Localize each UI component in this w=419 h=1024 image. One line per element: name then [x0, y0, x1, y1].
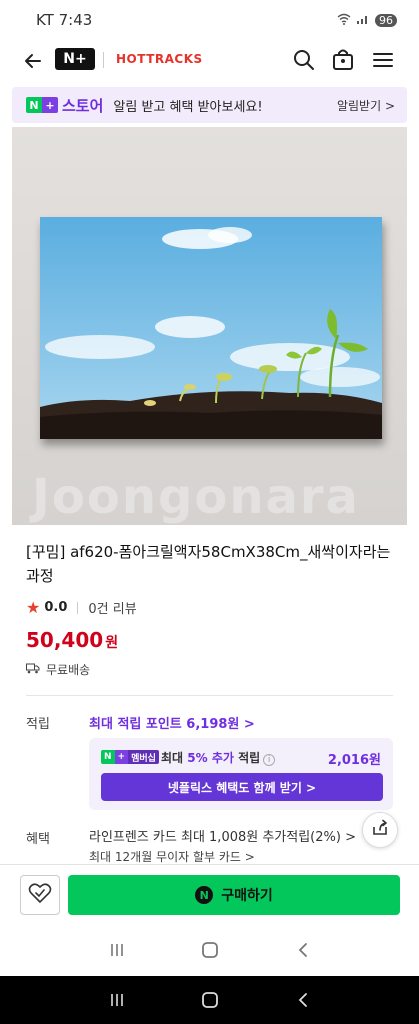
battery-indicator: 96: [375, 13, 397, 27]
info-icon[interactable]: i: [263, 754, 276, 766]
device-back-icon[interactable]: [289, 986, 317, 1014]
search-icon[interactable]: [291, 47, 317, 73]
shipping-text: 무료배송: [46, 663, 91, 677]
seedling-canvas-image: [40, 217, 382, 439]
heart-check-icon: [28, 882, 52, 908]
store-label: 스토어: [62, 96, 104, 115]
review-count[interactable]: 0건 리뷰: [88, 598, 136, 617]
rating-divider: [77, 601, 79, 614]
device-home-icon[interactable]: [196, 986, 224, 1014]
card-benefit-link[interactable]: 라인프렌즈 카드 최대 1,008원 추가적립(2%) >: [89, 826, 356, 845]
share-button[interactable]: [362, 812, 398, 848]
home-icon[interactable]: [196, 936, 224, 964]
product-title: [꾸밈] af620-폼아크릴액자58CmX38Cm_새싹이자라는과정: [26, 543, 391, 585]
app-screen: KT 7:43 96 N+ HOTTRACKS N + 스토어 알림 받고 혜택…: [0, 0, 419, 976]
membership-badge-text: 멤버십: [128, 750, 159, 764]
extra-points-text: 최대 5% 추가 적립 i: [161, 749, 276, 766]
banner-message: 알림 받고 혜택 받아보세요!: [113, 99, 263, 115]
buy-button-label: 구매하기: [221, 888, 273, 904]
naver-plus-badge-icon: N +: [26, 97, 58, 113]
extra-points-amount: 2,016원: [327, 753, 381, 768]
benefits-label: 혜택: [26, 832, 50, 847]
delivery-truck-icon: [26, 663, 40, 677]
naver-pay-icon: N: [195, 886, 214, 904]
watermark-text: Joongonara: [32, 469, 360, 525]
signal-icon: [356, 13, 370, 28]
shopping-bag-icon[interactable]: [330, 47, 356, 73]
naver-plus-logo-text: N+: [63, 51, 87, 67]
clock: 7:43: [58, 11, 93, 29]
naver-plus-membership-badge-icon: N + 멤버십: [101, 750, 159, 764]
rating-row[interactable]: ★ 0.0 0건 리뷰: [26, 598, 137, 617]
naver-plus-logo[interactable]: N+: [55, 48, 95, 70]
installment-card-link[interactable]: 최대 12개월 무이자 할부 카드 >: [89, 848, 255, 865]
device-recent-apps-icon[interactable]: [103, 986, 131, 1014]
extra-points-accent: 5% 추가: [187, 751, 234, 765]
device-system-navigation: [0, 976, 419, 1024]
netflix-benefit-button[interactable]: 넷플릭스 혜택도 함께 받기 >: [101, 773, 383, 801]
app-system-navigation: [0, 924, 419, 976]
recent-apps-icon[interactable]: [103, 936, 131, 964]
status-bar: KT 7:43 96: [0, 0, 419, 40]
purchase-bar: N 구매하기: [0, 864, 419, 924]
logo-divider: [103, 52, 104, 68]
points-label: 적립: [26, 717, 50, 732]
product-image[interactable]: Joongonara: [12, 127, 407, 525]
hottracks-logo[interactable]: HOTTRACKS: [116, 52, 203, 66]
rating-score: 0.0: [44, 600, 68, 615]
star-icon: ★: [26, 598, 41, 617]
store-notification-banner[interactable]: N + 스토어 알림 받고 혜택 받아보세요! 알림받기 >: [12, 87, 407, 123]
max-points-link[interactable]: 최대 적립 포인트 6,198원 >: [89, 713, 255, 732]
share-icon: [371, 819, 389, 841]
top-navigation: N+ HOTTRACKS: [0, 40, 419, 82]
product-price: 50,400 원: [26, 628, 118, 652]
price-unit: 원: [105, 635, 119, 651]
carrier-label: KT: [36, 11, 54, 29]
status-left: KT 7:43: [36, 11, 92, 29]
menu-icon[interactable]: [370, 47, 396, 73]
shipping-info: 무료배송: [26, 661, 90, 678]
back-icon[interactable]: [289, 936, 317, 964]
wifi-icon: [337, 13, 351, 28]
buy-button[interactable]: N 구매하기: [68, 875, 400, 915]
back-arrow-icon[interactable]: [20, 47, 48, 75]
price-value: 50,400: [26, 628, 104, 652]
status-right: 96: [337, 13, 397, 28]
membership-points-box: N + 멤버십 최대 5% 추가 적립 i 2,016원 넷플릭스 혜택도 함께 받기…: [89, 738, 393, 810]
wishlist-button[interactable]: [20, 875, 60, 915]
notification-subscribe-link[interactable]: 알림받기 >: [337, 97, 395, 114]
section-divider: [26, 695, 393, 696]
